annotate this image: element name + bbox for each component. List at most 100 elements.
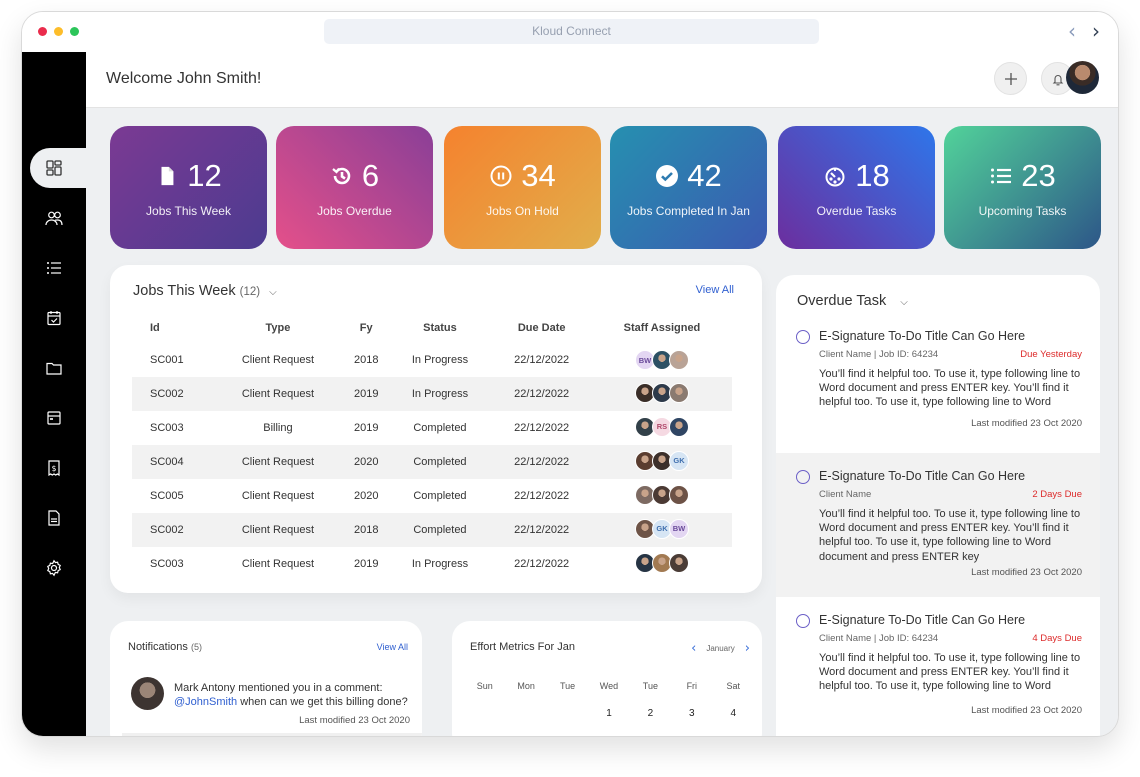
sidebar-item-card[interactable] — [22, 400, 86, 436]
column-header-type[interactable]: Type — [212, 313, 344, 343]
staff-avatars — [634, 552, 689, 573]
notifications-title: Notifications (5) — [128, 641, 202, 653]
staff-avatar[interactable] — [668, 382, 689, 403]
sidebar-item-billing[interactable]: $ — [22, 450, 86, 486]
stat-top: 6 — [330, 158, 379, 194]
stat-card-jobs-on-hold[interactable]: 34 Jobs On Hold — [444, 126, 601, 249]
column-header-id[interactable]: Id — [132, 313, 212, 343]
gear-icon — [47, 559, 61, 577]
staff-avatars: GK — [634, 450, 689, 471]
sidebar-item-folder[interactable] — [22, 350, 86, 386]
jobs-this-week-card: Jobs This Week (12) ⌵ View All Id Type F… — [110, 265, 762, 593]
stat-card-jobs-overdue[interactable]: 6 Jobs Overdue — [276, 126, 433, 249]
sidebar-item-document[interactable] — [22, 500, 86, 536]
svg-text:$: $ — [52, 464, 57, 473]
stat-label: Upcoming Tasks — [978, 203, 1067, 218]
stat-card-overdue-tasks[interactable]: 18 Overdue Tasks — [778, 126, 935, 249]
cell-status: Completed — [413, 490, 467, 502]
stat-card-jobs-this-week[interactable]: 12 Jobs This Week — [110, 126, 267, 249]
user-avatar[interactable] — [1066, 61, 1099, 94]
column-header-status[interactable]: Status — [389, 313, 492, 343]
chevron-left-icon[interactable]: ‹ — [691, 641, 696, 656]
chevron-left-icon[interactable]: ‹ — [1068, 19, 1076, 43]
cell-id: SC003 — [150, 558, 184, 570]
stat-card-jobs-completed-in-jan[interactable]: 42 Jobs Completed In Jan — [610, 126, 767, 249]
staff-avatar[interactable]: BW — [668, 518, 689, 539]
minimize-window-button[interactable] — [54, 27, 63, 36]
cell-fy: 2020 — [343, 445, 389, 479]
notification-item[interactable]: Mark Antony mentioned you in a comment: … — [110, 671, 422, 731]
task-item[interactable]: E-Signature To-Do Title Can Go Here Clien… — [776, 317, 1100, 453]
receipt-dollar-icon: $ — [48, 460, 60, 477]
task-item[interactable]: E-Signature To-Do Title Can Go Here Clien… — [776, 597, 1100, 736]
staff-avatar[interactable] — [668, 416, 689, 437]
notification-message: @JohnSmith when can we get this billing … — [174, 695, 414, 709]
list-icon — [989, 164, 1013, 188]
close-window-button[interactable] — [38, 27, 47, 36]
cell-status: In Progress — [388, 377, 492, 411]
sidebar-item-dashboard[interactable] — [22, 150, 86, 186]
app-window: Kloud Connect ‹ › $ Welcome John Smith! … — [21, 11, 1119, 737]
notifications-view-all-link[interactable]: View All — [377, 642, 408, 652]
mention-link[interactable]: @JohnSmith — [174, 696, 237, 708]
overdue-card-title[interactable]: Overdue Task ⌵ — [797, 293, 908, 309]
task-item[interactable]: E-Signature To-Do Title Can Go Here Clien… — [776, 453, 1100, 597]
sidebar-item-users[interactable] — [22, 200, 86, 236]
history-icon — [330, 164, 354, 188]
cell-staff — [591, 377, 732, 411]
staff-avatar[interactable] — [668, 484, 689, 505]
table-row[interactable]: SC002 Client Request 2018 Completed 22/12/20… — [132, 513, 732, 547]
chevron-down-icon[interactable]: ⌵ — [269, 287, 277, 298]
table-row[interactable]: SC003 Client Request 2019 In Progress 22/12/… — [132, 547, 732, 581]
stat-top: 42 — [655, 157, 722, 194]
task-complete-radio[interactable] — [796, 470, 810, 484]
task-due-badge: 4 Days Due — [1032, 633, 1082, 644]
calendar-day[interactable]: 3 — [671, 708, 712, 719]
jobs-card-title[interactable]: Jobs This Week (12) ⌵ — [133, 283, 277, 299]
chevron-right-icon[interactable]: › — [745, 641, 750, 656]
address-bar[interactable]: Kloud Connect — [324, 19, 819, 44]
task-due-badge: 2 Days Due — [1032, 489, 1082, 500]
staff-avatar[interactable] — [668, 552, 689, 573]
cell-staff — [592, 479, 732, 513]
page-header: Welcome John Smith! — [86, 52, 1118, 108]
calendar-day[interactable]: 4 — [713, 708, 754, 719]
jobs-table: Id Type Fy Status Due Date Staff Assigne… — [132, 313, 732, 581]
task-complete-radio[interactable] — [796, 330, 810, 344]
table-row[interactable]: SC004 Client Request 2020 Completed 22/12/20… — [132, 445, 732, 479]
calendar-day[interactable]: 2 — [630, 708, 671, 719]
calendar-day[interactable]: 1 — [588, 708, 629, 719]
table-row[interactable]: SC001 Client Request 2018 In Progress 22/12/… — [132, 343, 732, 377]
column-header-staff[interactable]: Staff Assigned — [592, 313, 732, 343]
cell-type: Client Request — [241, 558, 314, 570]
cell-staff — [592, 547, 732, 581]
chevron-down-icon[interactable]: ⌵ — [900, 297, 908, 308]
sidebar-item-calendar[interactable] — [22, 300, 86, 336]
table-row[interactable]: SC002 Client Request 2019 In Progress 22/12/… — [132, 377, 732, 411]
stat-value: 42 — [687, 157, 722, 193]
column-header-fy[interactable]: Fy — [344, 313, 389, 343]
task-complete-radio[interactable] — [796, 614, 810, 628]
dashboard-icon — [46, 160, 62, 176]
table-row[interactable]: SC003 Billing 2019 Completed 22/12/2022 RS — [132, 411, 732, 445]
notification-item-next[interactable] — [122, 733, 422, 736]
cell-fy: 2019 — [353, 558, 379, 570]
staff-avatar[interactable]: GK — [668, 450, 689, 471]
sidebar-item-list[interactable] — [22, 250, 86, 286]
calendar-check-icon — [47, 311, 61, 326]
column-header-due-date[interactable]: Due Date — [491, 313, 592, 343]
add-button[interactable] — [994, 62, 1027, 95]
notifications-card: Notifications (5) View All Mark Antony m… — [110, 621, 422, 736]
cell-type: Client Request — [241, 490, 314, 502]
jobs-view-all-link[interactable]: View All — [696, 284, 734, 296]
cell-staff: BW — [592, 343, 732, 377]
notification-heading: Mark Antony mentioned you in a comment: — [174, 682, 383, 694]
table-row[interactable]: SC005 Client Request 2020 Completed 22/12/20… — [132, 479, 732, 513]
task-meta: Client Name — [819, 489, 872, 500]
staff-avatar[interactable] — [668, 350, 689, 370]
cell-due-date: 22/12/2022 — [491, 445, 592, 479]
chevron-right-icon[interactable]: › — [1092, 19, 1100, 43]
stat-card-upcoming-tasks[interactable]: 23 Upcoming Tasks — [944, 126, 1101, 249]
sidebar-item-settings[interactable] — [22, 550, 86, 586]
maximize-window-button[interactable] — [70, 27, 79, 36]
